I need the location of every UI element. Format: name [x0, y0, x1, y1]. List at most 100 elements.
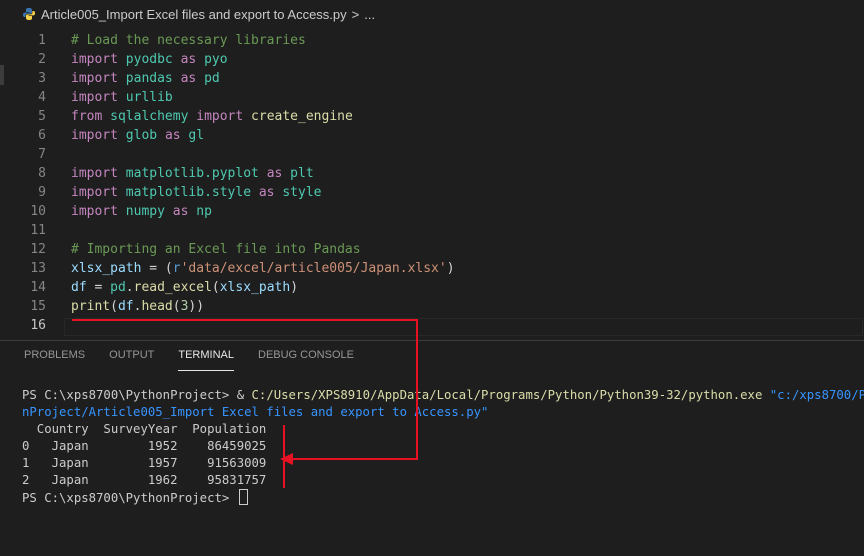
code-token: as [164, 128, 181, 143]
code-line[interactable]: 7 [0, 145, 864, 164]
code-token: from [71, 109, 103, 124]
code-token: import [71, 90, 118, 105]
code-editor[interactable]: 1 # Load the necessary libraries 2 import p… [0, 30, 864, 340]
code-token: ) [446, 261, 455, 276]
terminal[interactable]: PS C:\xps8700\PythonProject> & C:/Users/… [22, 387, 864, 506]
terminal-cursor [238, 489, 248, 505]
code-line[interactable]: 10 import numpy as np [0, 202, 864, 221]
line-number: 8 [38, 166, 46, 181]
code-token: pyodbc [125, 52, 173, 67]
code-token: import [71, 52, 118, 67]
code-token: ( [211, 280, 220, 295]
code-token: r [172, 261, 181, 276]
code-line[interactable]: 5 from sqlalchemy import create_engine [0, 107, 864, 126]
code-token: numpy [125, 204, 165, 219]
code-line[interactable]: 12 # Importing an Excel file into Pandas [0, 240, 864, 259]
breadcrumb-file[interactable]: Article005_Import Excel files and export… [41, 7, 347, 22]
code-text: import glob as gl [71, 126, 204, 145]
code-line[interactable]: 15 print(df.head(3)) [0, 297, 864, 316]
code-token: = [86, 280, 111, 295]
code-line[interactable]: 6 import glob as gl [0, 126, 864, 145]
breadcrumb-separator: > [351, 6, 360, 22]
python-file-icon [23, 8, 35, 20]
panel-tabs: PROBLEMS OUTPUT TERMINAL DEBUG CONSOLE [0, 343, 354, 371]
code-text: # Importing an Excel file into Pandas [71, 240, 361, 259]
code-token: style [282, 185, 322, 200]
code-text: xlsx_path = (r'data/excel/article005/Jap… [71, 259, 455, 278]
code-token: import [71, 185, 118, 200]
line-number: 12 [30, 242, 46, 257]
code-token: = ( [141, 261, 173, 276]
code-line[interactable]: 11 [0, 221, 864, 240]
python-exe-path: C:/Users/XPS8910/AppData/Local/Programs/… [251, 388, 763, 402]
terminal-final-line: PS C:\xps8700\PythonProject> [22, 489, 864, 506]
code-token: glob [125, 128, 158, 143]
line-number: 9 [38, 185, 46, 200]
code-token: gl [188, 128, 205, 143]
code-token: xlsx_path [71, 261, 142, 276]
code-token: as [180, 52, 197, 67]
breadcrumb: Article005_Import Excel files and export… [0, 0, 864, 28]
code-line[interactable]: 14 df = pd.read_excel(xlsx_path) [0, 278, 864, 297]
line-number: 5 [38, 109, 46, 124]
output-table-row: 2 Japan 1962 95831757 [22, 473, 267, 487]
code-token: import [71, 204, 118, 219]
code-token: ( [172, 299, 181, 314]
code-line[interactable]: 13 xlsx_path = (r'data/excel/article005/J… [0, 259, 864, 278]
line-number: 2 [38, 52, 46, 67]
code-line[interactable]: 1 # Load the necessary libraries [0, 31, 864, 50]
code-token: pd [204, 71, 220, 86]
code-line[interactable]: 2 import pyodbc as pyo [0, 50, 864, 69]
code-token: pd [110, 280, 126, 295]
code-text: df = pd.read_excel(xlsx_path) [71, 278, 298, 297]
code-token: xlsx_path [219, 280, 291, 295]
current-line-highlight [64, 318, 863, 336]
code-line[interactable]: 8 import matplotlib.pyplot as plt [0, 164, 864, 183]
code-token: as [172, 204, 189, 219]
code-text: import numpy as np [71, 202, 212, 221]
code-text: from sqlalchemy import create_engine [71, 107, 353, 126]
output-table-row: 0 Japan 1952 86459025 [22, 439, 267, 453]
code-token: import [71, 166, 118, 181]
code-line[interactable]: 4 import urllib [0, 88, 864, 107]
code-line[interactable]: 3 import pandas as pd [0, 69, 864, 88]
code-token: np [196, 204, 212, 219]
code-token: as [180, 71, 197, 86]
tab-problems[interactable]: PROBLEMS [24, 343, 85, 371]
script-path-continued: nProject/Article005_Import Excel files a… [22, 405, 489, 419]
tab-output[interactable]: OUTPUT [109, 343, 154, 371]
breadcrumb-ellipsis[interactable]: ... [364, 7, 375, 22]
panel-divider [0, 340, 864, 341]
code-text: import urllib [71, 88, 173, 107]
line-number: 10 [30, 204, 46, 219]
code-token: head [141, 299, 173, 314]
code-text: import pandas as pd [71, 69, 220, 88]
code-token: print [71, 299, 111, 314]
terminal-command-line: PS C:\xps8700\PythonProject> & C:/Users/… [22, 387, 864, 404]
tab-terminal[interactable]: TERMINAL [178, 343, 234, 371]
script-path: "c:/xps8700/Pytho [769, 388, 864, 402]
code-token: sqlalchemy [110, 109, 189, 124]
code-token: ) [290, 280, 299, 295]
code-token: 'data/excel/article005/Japan.xlsx' [180, 261, 447, 276]
code-token: import [71, 128, 118, 143]
code-token: import [71, 71, 118, 86]
tab-debug-console[interactable]: DEBUG CONSOLE [258, 343, 354, 371]
code-line[interactable]: 9 import matplotlib.style as style [0, 183, 864, 202]
line-number: 14 [30, 280, 46, 295]
code-token: ( [110, 299, 118, 314]
line-number: 16 [30, 318, 46, 333]
